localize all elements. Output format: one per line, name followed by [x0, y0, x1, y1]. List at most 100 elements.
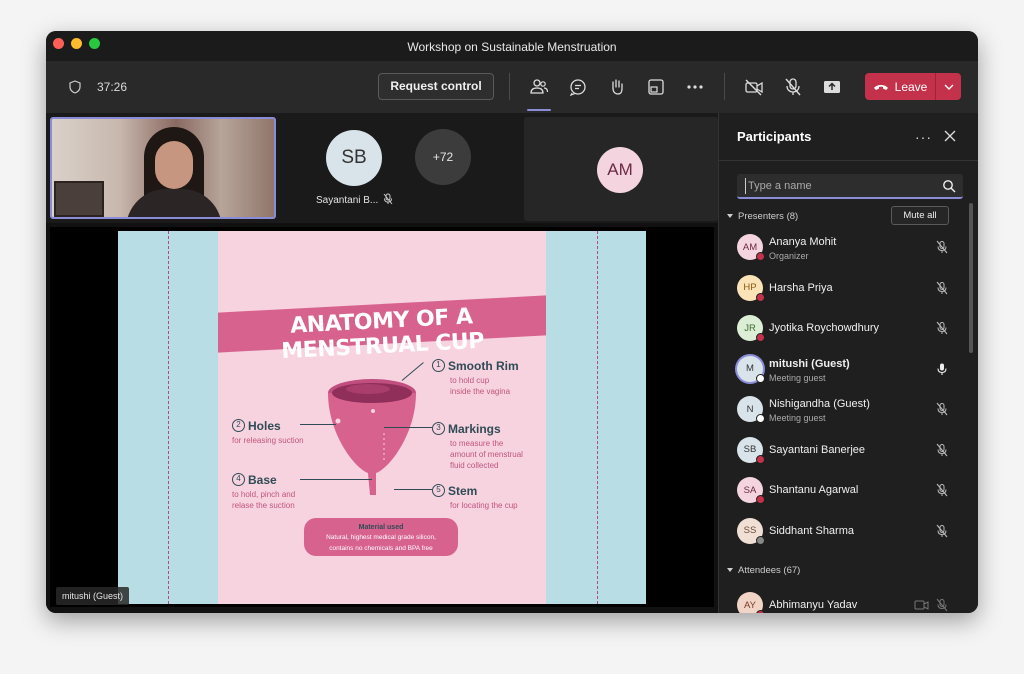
participant-video-tile[interactable] [50, 117, 276, 219]
label-number: 3 [432, 422, 445, 436]
material-title: Material used [358, 524, 404, 531]
leader-line [394, 489, 432, 490]
share-icon[interactable] [820, 75, 844, 99]
chat-icon[interactable] [566, 75, 590, 99]
video-person-face [155, 141, 193, 189]
mic-on-icon[interactable] [935, 362, 949, 376]
label-markings: 3 Markings to measure the amount of menst… [432, 420, 523, 471]
presenters-header-label: Presenters (8) [738, 211, 799, 222]
participant-row[interactable]: JR Jyotika Roychowdhury [737, 311, 957, 345]
mute-all-button[interactable]: Mute all [891, 206, 949, 225]
meeting-toolbar: 37:26 Request control Leave [46, 61, 978, 113]
presence-status-icon [756, 252, 765, 261]
more-icon[interactable] [683, 75, 707, 99]
label-title: Holes [248, 418, 281, 433]
participant-name: mitushi (Guest) [769, 357, 850, 370]
label-title: Smooth Rim [448, 358, 519, 373]
label-base: 4 Base to hold, pinch and relase the suct… [232, 471, 295, 511]
more-options-icon[interactable]: ··· [915, 129, 932, 145]
label-title: Markings [448, 421, 501, 436]
caret-down-icon [727, 214, 733, 219]
chevron-down-icon [944, 84, 953, 90]
search-input[interactable] [745, 178, 935, 194]
leader-line [300, 424, 336, 425]
mic-off-icon[interactable] [935, 402, 949, 416]
toolbar-divider [509, 73, 510, 100]
mic-off-icon[interactable] [935, 240, 949, 254]
participant-row[interactable]: AM Ananya Mohit Organizer [737, 230, 957, 264]
mic-off-icon[interactable] [935, 321, 949, 335]
label-desc: inside the vagina [450, 387, 511, 396]
leave-options-button[interactable] [936, 73, 961, 100]
panel-title: Participants [737, 129, 812, 144]
leave-main-button[interactable]: Leave [865, 73, 935, 100]
leave-label: Leave [894, 79, 928, 94]
shield-icon [69, 80, 81, 94]
search-icon[interactable] [942, 179, 956, 193]
participant-name: Jyotika Roychowdhury [769, 322, 880, 334]
shared-screen: ANATOMY OF A MENSTRUAL CUP 1Smooth Rim [50, 227, 714, 607]
toolbar-divider [724, 73, 725, 100]
mic-off-icon[interactable] [935, 443, 949, 457]
view-icon[interactable] [644, 75, 668, 99]
raise-hand-icon[interactable] [605, 75, 629, 99]
participant-row[interactable]: SS Siddhant Sharma [737, 514, 957, 548]
phone-hangup-icon [873, 84, 888, 90]
label-holes: 2 Holes for releasing suction [232, 417, 304, 446]
people-icon[interactable] [527, 75, 551, 99]
attendees-header-label: Attendees (67) [738, 565, 801, 576]
participant-role: Meeting guest [769, 372, 826, 383]
slide-content: ANATOMY OF A MENSTRUAL CUP 1Smooth Rim [218, 231, 546, 604]
label-desc: to measure the [450, 439, 504, 448]
participant-name: Sayantani Banerjee [769, 443, 866, 456]
camera-off-icon[interactable] [742, 75, 766, 99]
label-title: Base [248, 472, 277, 487]
label-desc: for releasing suction [232, 436, 304, 445]
participant-row[interactable]: SA Shantanu Agarwal [737, 473, 957, 507]
participant-row[interactable]: HP Harsha Priya [737, 271, 957, 305]
title-bar: Workshop on Sustainable Menstruation [46, 31, 978, 61]
participant-role: Meeting guest [769, 413, 826, 423]
presence-status-icon [756, 414, 765, 423]
label-number: 1 [432, 359, 445, 373]
label-desc: fluid collected [450, 461, 499, 470]
participant-row[interactable]: Mmitushi (Guest) Meeting guest [737, 352, 957, 386]
close-icon[interactable] [942, 128, 958, 144]
participant-name: Shantanu Agarwal [769, 484, 859, 496]
panel-scrollbar[interactable] [969, 203, 973, 353]
presence-status-icon [756, 333, 765, 342]
request-control-button[interactable]: Request control [378, 73, 494, 100]
leader-line [384, 427, 432, 428]
overflow-participants[interactable]: +72 [415, 129, 471, 185]
menstrual-cup-illustration [328, 379, 416, 495]
presence-status-icon [756, 292, 765, 302]
panel-divider [719, 160, 978, 161]
mic-off-icon[interactable] [935, 483, 949, 497]
avatar-am: AM [597, 147, 643, 193]
meeting-window: Workshop on Sustainable Menstruation 37:… [46, 31, 978, 613]
label-desc: to hold, pinch and [232, 490, 296, 499]
video-wall-frame [54, 181, 104, 217]
avatar-sb[interactable]: SB [326, 130, 382, 186]
mic-off-icon[interactable] [935, 281, 949, 295]
participant-name: Harsha Priya [769, 281, 833, 294]
mic-off-icon[interactable] [781, 75, 805, 99]
caret-down-icon [727, 568, 733, 573]
leave-button[interactable]: Leave [865, 73, 961, 100]
presence-status-icon [756, 454, 765, 464]
participant-row[interactable]: SB Sayantani Banerjee [737, 433, 957, 467]
material-box: Material used Natural, highest medical g… [304, 518, 458, 556]
label-number: 2 [232, 419, 245, 433]
search-box [737, 174, 963, 199]
meeting-stage: SB Sayantani B... +72 AM ANATOMY OF A ME… [46, 113, 718, 613]
material-desc: contains no chemicals and BPA free [329, 545, 433, 552]
participant-thumbnails: SB Sayantani B... +72 AM [46, 113, 718, 223]
participant-row[interactable]: N Nishigandha (Guest) Meeting guest [737, 392, 957, 426]
attendee-row[interactable]: AY Abhimanyu Yadav [737, 588, 957, 613]
mic-off-icon[interactable] [935, 524, 949, 538]
label-desc: amount of menstrual [450, 450, 523, 459]
label-stem: 5 Stem for locating the cup [432, 482, 518, 511]
attendees-header[interactable]: Attendees (67) [727, 565, 800, 576]
presenters-header[interactable]: Presenters (8) [727, 211, 798, 222]
label-desc: for locating the cup [450, 501, 518, 510]
